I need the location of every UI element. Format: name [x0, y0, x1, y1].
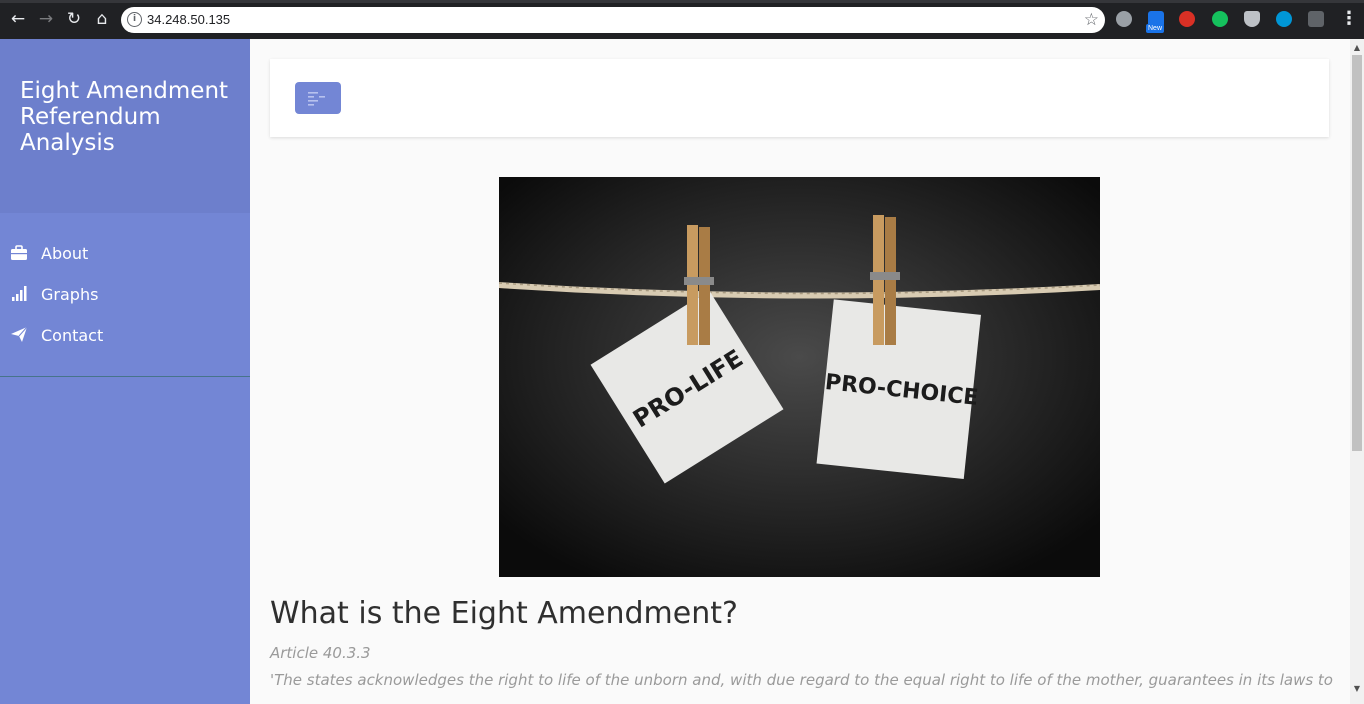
- briefcase-icon: [11, 245, 27, 260]
- sidebar-item-about[interactable]: About: [0, 234, 250, 275]
- article-reference: Article 40.3.3: [270, 644, 371, 662]
- extension-new-badge: New: [1146, 24, 1165, 33]
- site-info-icon[interactable]: i: [127, 12, 142, 27]
- extension-hp-icon[interactable]: [1276, 11, 1292, 27]
- bar-chart-icon: [12, 286, 27, 301]
- home-icon[interactable]: ⌂: [91, 8, 113, 30]
- sidebar-divider: [0, 376, 250, 377]
- paper-plane-icon: [11, 326, 28, 342]
- sidebar-header: Eight Amendment Referendum Analysis: [0, 39, 250, 213]
- pro-life-pro-choice-image: PRO-LIFE PRO-CHOICE: [499, 177, 1100, 577]
- scroll-thumb[interactable]: [1352, 55, 1362, 451]
- sidebar-item-graphs[interactable]: Graphs: [0, 275, 250, 316]
- extension-clock-icon[interactable]: [1116, 11, 1132, 27]
- extension-tomato-icon[interactable]: [1179, 11, 1195, 27]
- pro-choice-card: PRO-CHOICE: [816, 299, 981, 479]
- clothespin-left: [684, 225, 714, 345]
- sidebar-item-label: Contact: [41, 326, 104, 345]
- browser-menu-icon[interactable]: ⋮: [1340, 9, 1358, 29]
- clothespin-right: [870, 215, 900, 345]
- sidebar-menu: About Graphs Contact: [0, 234, 250, 357]
- sidebar-toggle-button[interactable]: [295, 82, 341, 114]
- top-navbar: [270, 59, 1329, 137]
- address-bar[interactable]: i 34.248.50.135 ☆: [121, 7, 1105, 33]
- bookmark-star-icon[interactable]: ☆: [1084, 9, 1099, 31]
- page-scrollbar[interactable]: ▲ ▼: [1350, 39, 1364, 704]
- browser-toolbar: ← → ↻ ⌂ i 34.248.50.135 ☆ New ⋮: [0, 0, 1364, 39]
- hero-image: PRO-LIFE PRO-CHOICE: [499, 177, 1100, 577]
- main-content: PRO-LIFE PRO-CHOICE What is the Eight Am…: [250, 39, 1350, 704]
- site-title: Eight Amendment Referendum Analysis: [20, 78, 229, 156]
- amendment-quote: 'The states acknowledges the right to li…: [270, 671, 1333, 689]
- url-text[interactable]: 34.248.50.135: [147, 11, 230, 29]
- sidebar: Eight Amendment Referendum Analysis Abou…: [0, 39, 250, 704]
- reload-icon[interactable]: ↻: [63, 8, 85, 30]
- page-heading: What is the Eight Amendment?: [270, 596, 738, 631]
- back-icon[interactable]: ←: [7, 8, 29, 30]
- extension-grammarly-icon[interactable]: [1212, 11, 1228, 27]
- scroll-down-icon[interactable]: ▼: [1350, 684, 1364, 694]
- forward-icon[interactable]: →: [35, 8, 57, 30]
- align-left-icon: [308, 92, 325, 106]
- extension-shield-icon[interactable]: [1244, 11, 1260, 27]
- sidebar-item-label: About: [41, 244, 89, 263]
- extension-jb-icon[interactable]: [1308, 11, 1324, 27]
- sidebar-item-contact[interactable]: Contact: [0, 316, 250, 357]
- tab-strip: [0, 0, 1364, 3]
- scroll-up-icon[interactable]: ▲: [1350, 43, 1364, 53]
- sidebar-item-label: Graphs: [41, 285, 99, 304]
